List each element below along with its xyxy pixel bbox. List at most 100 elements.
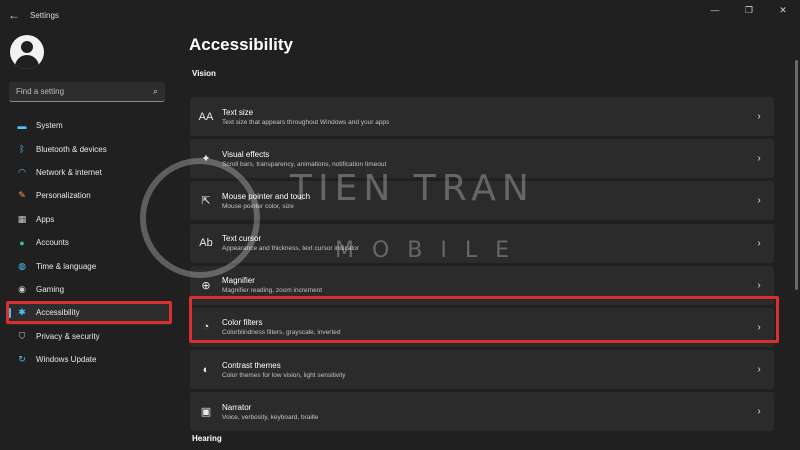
avatar-head-shape: [21, 41, 33, 53]
sidebar-item-bluetooth-devices[interactable]: ᛒ Bluetooth & devices: [8, 137, 172, 160]
text-cursor-icon: Ab: [199, 237, 213, 250]
card-text: Text cursor Appearance and thickness, tex…: [222, 234, 744, 252]
sidebar-item-accounts[interactable]: ● Accounts: [8, 231, 172, 254]
card-title: Mouse pointer and touch: [222, 191, 311, 201]
globe-icon: ◍: [18, 260, 26, 271]
chevron-right-icon[interactable]: ›: [744, 153, 774, 164]
card-text: Contrast themes Color themes for low visi…: [222, 361, 744, 379]
card-title: Text cursor: [222, 234, 262, 244]
chevron-right-icon[interactable]: ›: [744, 322, 774, 333]
text-size-icon: AA: [198, 110, 214, 123]
user-avatar[interactable]: [10, 35, 44, 69]
sidebar-item-gaming[interactable]: ◉ Gaming: [8, 278, 172, 301]
card-subtitle: Scroll bars, transparency, animations, n…: [222, 160, 387, 168]
sidebar-nav: ▬ System ᛒ Bluetooth & devices ◠ Network & in…: [8, 114, 172, 371]
sidebar-item-label: System: [36, 121, 63, 131]
section-title-vision: Vision: [192, 69, 216, 78]
card-subtitle: Mouse pointer color, size: [222, 202, 294, 210]
search-box[interactable]: ⌕: [9, 82, 165, 102]
card-title: Contrast themes: [222, 360, 281, 370]
setting-card-narrator[interactable]: ▣ Narrator Voice, verbosity, keyboard, bra…: [190, 392, 774, 432]
card-subtitle: Color themes for low vision, light sensi…: [222, 371, 346, 379]
card-subtitle: Appearance and thickness, text cursor in…: [222, 245, 359, 253]
sidebar-item-label: Accounts: [36, 238, 69, 248]
setting-card-magnifier[interactable]: ⊕ Magnifier Magnifier reading, zoom increm…: [190, 265, 774, 305]
card-subtitle: Text size that appears throughout Window…: [222, 118, 390, 126]
setting-card-visual-effects[interactable]: ✦ Visual effects Scroll bars, transparency…: [190, 139, 774, 179]
section-title-hearing: Hearing: [192, 434, 222, 443]
sidebar-item-system[interactable]: ▬ System: [8, 114, 172, 137]
window-controls: — ❐ ✕: [698, 0, 800, 20]
wifi-icon: ◠: [18, 166, 26, 177]
chevron-right-icon[interactable]: ›: [744, 406, 774, 417]
sidebar-item-label: Windows Update: [36, 355, 97, 365]
sidebar: ⌕ ▬ System ᛒ Bluetooth & devices ◠ Network & …: [0, 30, 178, 450]
setting-card-color-filters[interactable]: ◔ Color filters Colorblindness filters, gr…: [190, 307, 774, 347]
search-icon[interactable]: ⌕: [153, 86, 158, 97]
brush-icon: ✎: [18, 190, 26, 201]
card-text: Visual effects Scroll bars, transparency,…: [222, 150, 744, 168]
sidebar-item-label: Time & language: [36, 261, 97, 271]
contrast-icon: ◐: [202, 363, 210, 376]
close-button[interactable]: ✕: [766, 0, 800, 20]
card-text: Mouse pointer and touch Mouse pointer col…: [222, 192, 744, 210]
chevron-right-icon[interactable]: ›: [744, 280, 774, 291]
app-title: Settings: [30, 10, 59, 20]
accessibility-icon: ✱: [18, 307, 26, 318]
setting-card-text-cursor[interactable]: Ab Text cursor Appearance and thickness, t…: [190, 223, 774, 263]
card-title: Narrator: [222, 402, 252, 412]
search-input[interactable]: [16, 87, 153, 96]
gamepad-icon: ◉: [18, 283, 26, 294]
card-subtitle: Voice, verbosity, keyboard, braille: [222, 413, 319, 421]
minimize-button[interactable]: —: [698, 0, 732, 20]
back-arrow-icon[interactable]: ←: [0, 0, 28, 30]
sidebar-item-label: Privacy & security: [36, 331, 100, 341]
person-icon: ●: [19, 237, 25, 248]
update-icon: ↻: [18, 354, 26, 365]
title-bar: ← Settings — ❐ ✕: [0, 0, 800, 30]
card-subtitle: Colorblindness filters, grayscale, inver…: [222, 329, 341, 337]
sidebar-item-label: Apps: [36, 214, 55, 224]
setting-card-mouse-pointer-and-touch[interactable]: ⇱ Mouse pointer and touch Mouse pointer co…: [190, 181, 774, 221]
sidebar-item-label: Personalization: [36, 191, 91, 201]
monitor-icon: ▬: [17, 120, 27, 131]
sidebar-item-time-language[interactable]: ◍ Time & language: [8, 254, 172, 277]
magnifier-icon: ⊕: [201, 279, 211, 292]
sidebar-item-accessibility[interactable]: ✱ Accessibility: [8, 301, 172, 325]
apps-icon: ▦: [17, 213, 27, 224]
sidebar-item-label: Bluetooth & devices: [36, 144, 107, 154]
narrator-icon: ▣: [200, 406, 212, 419]
chevron-right-icon[interactable]: ›: [744, 364, 774, 375]
setting-card-text-size[interactable]: AA Text size Text size that appears throug…: [190, 97, 774, 136]
sidebar-item-label: Accessibility: [36, 308, 80, 318]
pointer-icon: ⇱: [201, 195, 211, 208]
card-text: Color filters Colorblindness filters, gra…: [222, 318, 744, 336]
scrollbar[interactable]: [795, 60, 798, 290]
card-title: Visual effects: [222, 149, 270, 159]
sidebar-item-privacy-security[interactable]: ⛉ Privacy & security: [8, 325, 172, 348]
card-subtitle: Magnifier reading, zoom increment: [222, 287, 323, 295]
color-filter-icon: ◔: [202, 321, 210, 334]
avatar-body-shape: [15, 55, 39, 69]
main-content: Accessibility Vision AA Text size Text siz…: [178, 30, 792, 450]
sidebar-item-personalization[interactable]: ✎ Personalization: [8, 184, 172, 207]
sidebar-item-label: Gaming: [36, 284, 65, 294]
sparkle-icon: ✦: [201, 153, 211, 166]
setting-card-contrast-themes[interactable]: ◐ Contrast themes Color themes for low vis…: [190, 350, 774, 390]
sidebar-item-network-internet[interactable]: ◠ Network & internet: [8, 161, 172, 184]
card-title: Text size: [222, 107, 254, 117]
sidebar-item-label: Network & internet: [36, 167, 102, 177]
card-title: Magnifier: [222, 276, 255, 286]
maximize-button[interactable]: ❐: [732, 0, 766, 20]
chevron-right-icon[interactable]: ›: [744, 111, 774, 122]
shield-icon: ⛉: [18, 330, 26, 341]
card-text: Text size Text size that appears througho…: [222, 108, 744, 126]
sidebar-item-windows-update[interactable]: ↻ Windows Update: [8, 348, 172, 371]
chevron-right-icon[interactable]: ›: [744, 238, 774, 249]
sidebar-item-apps[interactable]: ▦ Apps: [8, 208, 172, 231]
card-title: Color filters: [222, 318, 263, 328]
chevron-right-icon[interactable]: ›: [744, 195, 774, 206]
page-title: Accessibility: [189, 35, 293, 54]
card-text: Magnifier Magnifier reading, zoom increme…: [222, 276, 744, 294]
settings-card-list: AA Text size Text size that appears throug…: [190, 97, 774, 435]
